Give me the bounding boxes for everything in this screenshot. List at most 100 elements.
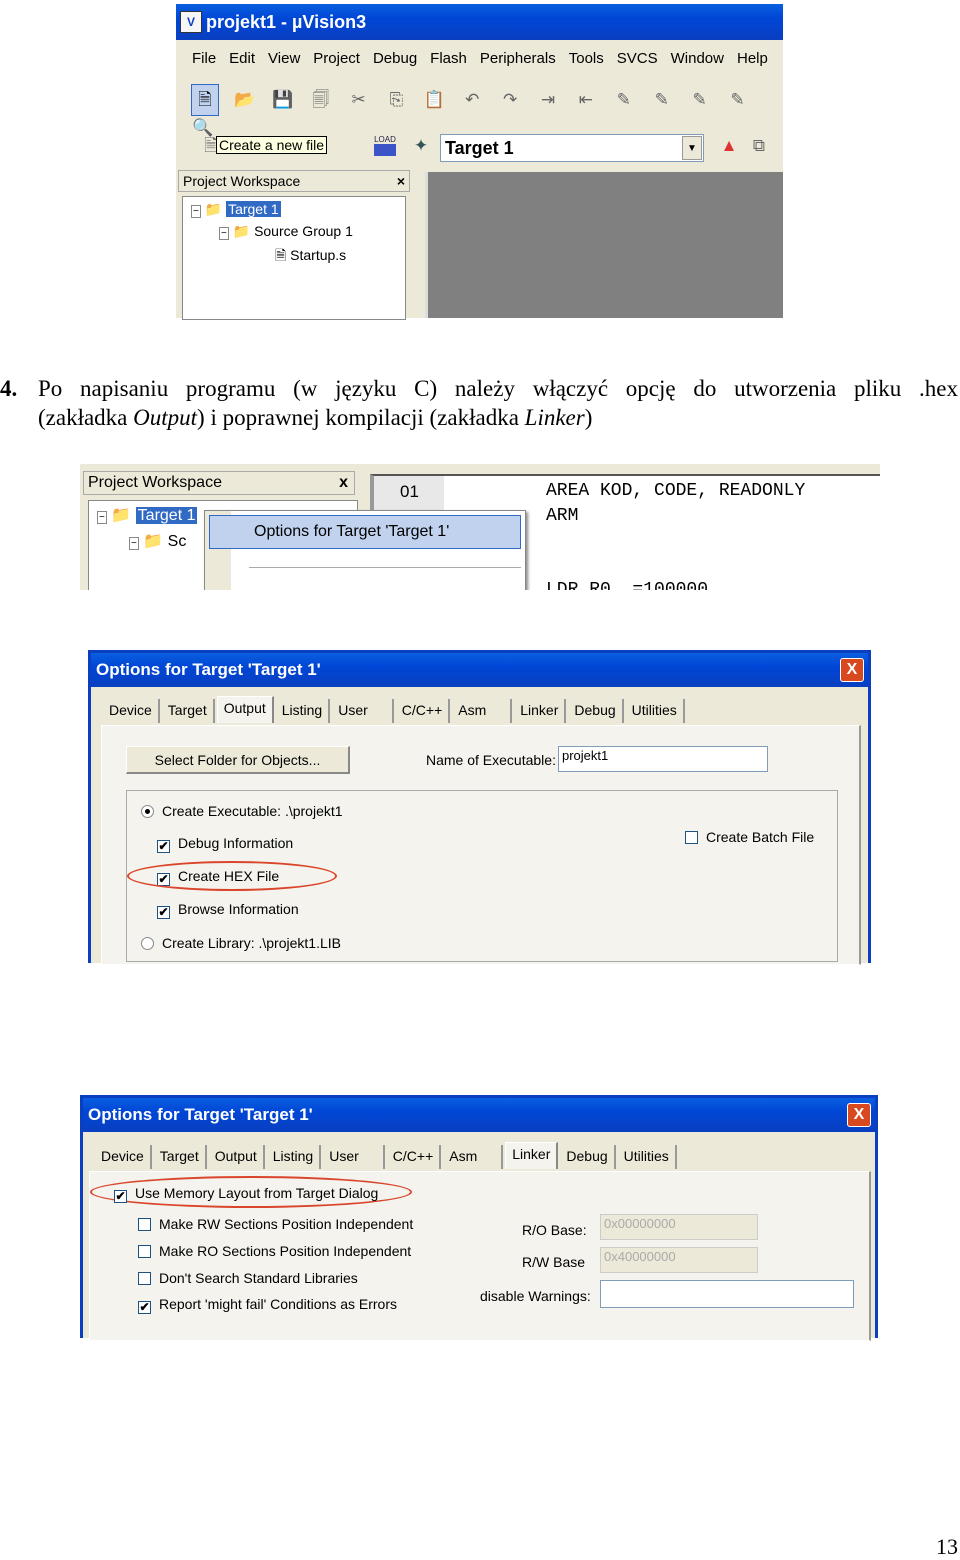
tab-user[interactable]: User (323, 1145, 385, 1169)
tree-item-group[interactable]: − 📁 Sc (129, 531, 186, 551)
components-icon[interactable]: ▲ (717, 134, 741, 158)
menu-item-help[interactable]: Help (737, 50, 768, 67)
tab-strip: Device Target Output Listing User C/C++ Asm Lin… (95, 1142, 679, 1169)
menu-item-project[interactable]: Project (313, 50, 360, 67)
bookmark-icon[interactable]: ✎ (612, 88, 636, 112)
tab-utilities[interactable]: Utilities (617, 1145, 677, 1169)
tree-label: Target 1 (135, 507, 198, 524)
project-workspace-panel: Project Workspace × − 📁 Target 1 − 📁 Sou… (178, 170, 414, 320)
tab-utilities[interactable]: Utilities (625, 699, 685, 723)
browse-information-checkbox[interactable]: Browse Information (157, 901, 299, 919)
tooltip: Create a new file (216, 136, 328, 154)
menu-item-tools[interactable]: Tools (569, 50, 604, 67)
undo-icon[interactable]: ↶ (460, 88, 484, 112)
bookmark-clear-icon[interactable]: ✎ (725, 88, 749, 112)
tab-listing[interactable]: Listing (266, 1145, 322, 1169)
tab-output[interactable]: Output (216, 696, 274, 723)
tab-device[interactable]: Device (103, 699, 160, 723)
close-icon[interactable]: × (397, 171, 405, 191)
tab-asm[interactable]: Asm (452, 699, 513, 723)
create-executable-radio[interactable]: Create Executable: .\projekt1 (141, 803, 343, 819)
rw-base-input[interactable]: 0x40000000 (600, 1247, 758, 1273)
make-rw-checkbox[interactable]: Make RW Sections Position Independent (138, 1216, 413, 1232)
line-number: 01 (400, 482, 419, 501)
radio-icon (141, 805, 154, 818)
menu-item-options-for-target[interactable]: Options for Target 'Target 1' (209, 515, 521, 549)
close-button[interactable]: X (847, 1103, 871, 1127)
ro-base-input[interactable]: 0x00000000 (600, 1214, 758, 1240)
uvision-window-screenshot: V projekt1 - µVision3 File Edit View Projec… (176, 4, 783, 320)
bookmark-next-icon[interactable]: ✎ (650, 88, 674, 112)
label: Browse Information (178, 901, 299, 917)
tree-item-target[interactable]: − 📁 Target 1 (97, 505, 198, 525)
tab-linker[interactable]: Linker (514, 699, 567, 723)
menu-item-svcs[interactable]: SVCS (617, 50, 658, 67)
debug-information-checkbox[interactable]: Debug Information (157, 835, 293, 853)
context-menu-screenshot: Project Workspace x − 📁 Target 1 − 📁 Sc … (80, 464, 880, 590)
tab-linker[interactable]: Linker (505, 1142, 559, 1169)
copy-icon[interactable]: ⎘ (384, 88, 408, 112)
ro-base-label: R/O Base: (522, 1222, 587, 1238)
context-menu: Options for Target 'Target 1' (204, 510, 526, 590)
create-batch-file-checkbox[interactable]: Create Batch File (685, 829, 814, 845)
save-icon[interactable]: 💾 (271, 88, 295, 112)
folder-icon: 📁 (111, 507, 132, 524)
indent-icon[interactable]: ⇥ (536, 88, 560, 112)
tab-target[interactable]: Target (153, 1145, 207, 1169)
name-of-executable-input[interactable]: projekt1 (558, 746, 768, 772)
label: Don't Search Standard Libraries (159, 1270, 358, 1286)
folder-icon: 📁 (204, 201, 223, 217)
menu-item-window[interactable]: Window (671, 50, 724, 67)
chevron-down-icon[interactable]: ▼ (682, 136, 702, 160)
dont-search-checkbox[interactable]: Don't Search Standard Libraries (138, 1270, 358, 1286)
tab-asm[interactable]: Asm (443, 1145, 504, 1169)
tree-item-group[interactable]: − 📁 Source Group 1 (219, 223, 353, 240)
menu-item-debug[interactable]: Debug (373, 50, 417, 67)
load-icon[interactable]: LOAD (374, 135, 396, 156)
tree-item-file[interactable]: 🗎 Startup.s (275, 245, 346, 269)
title-bar: V projekt1 - µVision3 (176, 4, 783, 40)
text: ) (584, 405, 593, 430)
close-button[interactable]: X (840, 658, 864, 682)
tab-cc[interactable]: C/C++ (395, 699, 451, 723)
menu-item-edit[interactable]: Edit (229, 50, 255, 67)
save-all-icon[interactable]: 🗐 (309, 88, 333, 112)
workspace-title: Project Workspace (183, 173, 301, 189)
tab-debug[interactable]: Debug (568, 699, 624, 723)
checkbox-icon (114, 1190, 127, 1203)
tree-item-target[interactable]: − 📁 Target 1 (191, 201, 281, 218)
tab-user[interactable]: User (332, 699, 394, 723)
close-icon[interactable]: x (339, 472, 348, 494)
tab-target[interactable]: Target (161, 699, 215, 723)
target-select[interactable]: Target 1 ▼ (440, 134, 704, 162)
tree-label: Startup.s (290, 247, 347, 263)
tab-cc[interactable]: C/C++ (386, 1145, 442, 1169)
open-folder-icon[interactable]: 📂 (233, 88, 257, 112)
windows-icon[interactable]: ⧉ (747, 134, 771, 158)
menu-separator (249, 567, 521, 568)
tab-device[interactable]: Device (95, 1145, 152, 1169)
menu-bar: File Edit View Project Debug Flash Peripherals… (192, 50, 781, 67)
disable-warnings-input[interactable] (600, 1280, 854, 1308)
make-ro-checkbox[interactable]: Make RO Sections Position Independent (138, 1243, 411, 1259)
bookmark-prev-icon[interactable]: ✎ (688, 88, 712, 112)
use-memory-layout-checkbox[interactable]: Use Memory Layout from Target Dialog (114, 1185, 378, 1203)
paste-icon[interactable]: 📋 (422, 88, 446, 112)
menu-item-file[interactable]: File (192, 50, 216, 67)
new-file-icon[interactable]: 🗎 (191, 84, 219, 116)
menu-item-peripherals[interactable]: Peripherals (480, 50, 556, 67)
menu-item-view[interactable]: View (268, 50, 300, 67)
outdent-icon[interactable]: ⇤ (574, 88, 598, 112)
create-library-radio[interactable]: Create Library: .\projekt1.LIB (141, 935, 341, 951)
tab-debug[interactable]: Debug (560, 1145, 616, 1169)
wizard-icon[interactable]: ✦ (409, 134, 433, 158)
redo-icon[interactable]: ↷ (498, 88, 522, 112)
select-folder-button[interactable]: Select Folder for Objects... (126, 746, 350, 774)
dialog-title: Options for Target 'Target 1' (88, 1105, 313, 1124)
cut-icon[interactable]: ✂ (347, 88, 371, 112)
tab-listing[interactable]: Listing (275, 699, 331, 723)
tab-output[interactable]: Output (208, 1145, 265, 1169)
menu-item-flash[interactable]: Flash (430, 50, 467, 67)
asm-file-icon: 🗎 (275, 247, 287, 263)
report-might-fail-checkbox[interactable]: Report 'might fail' Conditions as Errors (138, 1296, 397, 1314)
